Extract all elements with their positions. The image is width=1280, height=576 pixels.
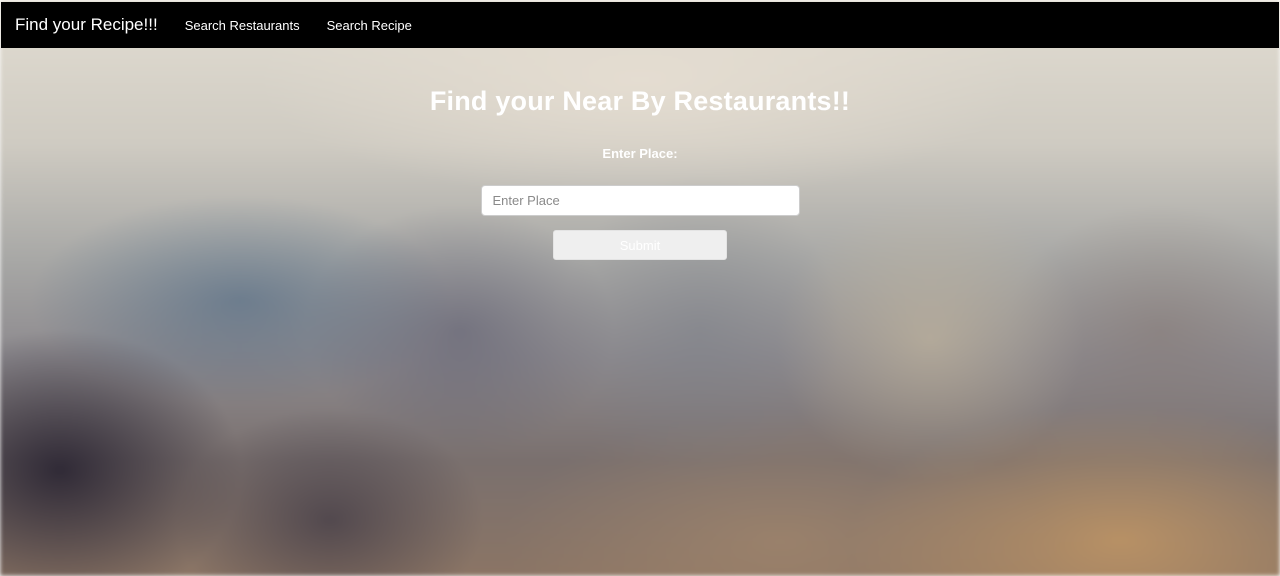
place-input[interactable] xyxy=(480,185,800,216)
brand-link[interactable]: Find your Recipe!!! xyxy=(15,15,158,35)
page-title: Find your Near By Restaurants!! xyxy=(429,86,851,116)
nav-search-recipe[interactable]: Search Recipe xyxy=(327,18,412,33)
place-label: Enter Place: xyxy=(602,146,678,161)
top-navbar: Find your Recipe!!! Search Restaurants S… xyxy=(1,2,1279,48)
submit-button[interactable]: Submit xyxy=(553,230,727,260)
nav-search-restaurants[interactable]: Search Restaurants xyxy=(185,18,300,33)
page: Find your Recipe!!! Search Restaurants S… xyxy=(0,0,1280,576)
search-form: Find your Near By Restaurants!! Enter Pl… xyxy=(0,48,1280,260)
